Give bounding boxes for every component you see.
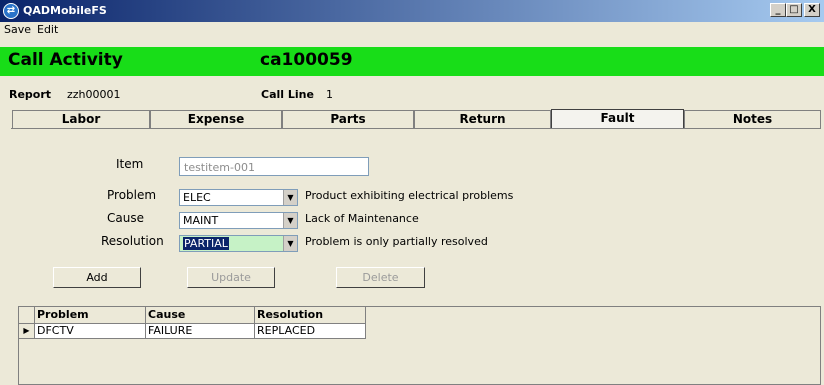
window-title: QADMobileFS bbox=[23, 4, 107, 17]
problem-label: Problem bbox=[107, 188, 157, 202]
add-button[interactable]: Add bbox=[53, 267, 141, 288]
table-cell-problem[interactable]: DFCTV bbox=[35, 324, 146, 339]
problem-value: ELEC bbox=[183, 191, 211, 204]
tab-divider bbox=[11, 128, 821, 129]
tab-labor[interactable]: Labor bbox=[12, 110, 150, 128]
table-cell-cause[interactable]: FAILURE bbox=[146, 324, 255, 339]
minimize-button[interactable]: _ bbox=[770, 3, 786, 17]
call-line-value: 1 bbox=[326, 88, 333, 101]
grid-corner bbox=[19, 307, 35, 324]
menu-save[interactable]: Save bbox=[4, 23, 31, 36]
tab-strip: Labor Expense Parts Return Fault Notes bbox=[0, 109, 824, 128]
cause-select[interactable]: MAINT ▼ bbox=[179, 212, 298, 229]
cause-label: Cause bbox=[107, 211, 144, 225]
problem-select[interactable]: ELEC ▼ bbox=[179, 189, 298, 206]
call-line-label: Call Line bbox=[261, 88, 314, 101]
resolution-select[interactable]: PARTIAL ▼ bbox=[179, 235, 298, 252]
cause-value: MAINT bbox=[183, 214, 219, 227]
resolution-label: Resolution bbox=[101, 234, 164, 248]
call-activity-id: ca100059 bbox=[260, 50, 353, 70]
fault-grid: Problem Cause Resolution ▶ DFCTV FAILURE… bbox=[18, 306, 821, 385]
resolution-value: PARTIAL bbox=[183, 237, 229, 250]
item-label: Item bbox=[116, 157, 144, 171]
table-cell-resolution[interactable]: REPLACED bbox=[255, 324, 366, 339]
tab-fault[interactable]: Fault bbox=[551, 109, 684, 128]
cause-description: Lack of Maintenance bbox=[305, 212, 419, 225]
page-title: Call Activity bbox=[8, 50, 123, 70]
close-button[interactable]: X bbox=[804, 3, 820, 17]
chevron-down-icon[interactable]: ▼ bbox=[283, 213, 297, 228]
window-titlebar: ⇄ QADMobileFS _ □ X bbox=[0, 0, 824, 22]
menu-edit[interactable]: Edit bbox=[37, 23, 58, 36]
resolution-description: Problem is only partially resolved bbox=[305, 235, 488, 248]
update-button[interactable]: Update bbox=[187, 267, 275, 288]
item-field[interactable]: testitem-001 bbox=[179, 157, 369, 176]
chevron-down-icon[interactable]: ▼ bbox=[283, 236, 297, 251]
menu-bar: Save Edit bbox=[0, 22, 824, 38]
maximize-button[interactable]: □ bbox=[786, 3, 802, 17]
tab-notes[interactable]: Notes bbox=[684, 110, 821, 128]
tab-parts[interactable]: Parts bbox=[282, 110, 414, 128]
delete-button[interactable]: Delete bbox=[336, 267, 425, 288]
tab-expense[interactable]: Expense bbox=[150, 110, 282, 128]
report-label: Report bbox=[9, 88, 52, 101]
report-value: zzh00001 bbox=[67, 88, 121, 101]
row-pointer-icon[interactable]: ▶ bbox=[19, 324, 35, 339]
problem-description: Product exhibiting electrical problems bbox=[305, 189, 514, 202]
header-bar: Call Activity ca100059 bbox=[0, 47, 824, 76]
chevron-down-icon[interactable]: ▼ bbox=[283, 190, 297, 205]
grid-header-cause[interactable]: Cause bbox=[146, 307, 255, 324]
app-icon: ⇄ bbox=[3, 3, 19, 19]
tab-return[interactable]: Return bbox=[414, 110, 551, 128]
grid-header-problem[interactable]: Problem bbox=[35, 307, 146, 324]
grid-header-resolution[interactable]: Resolution bbox=[255, 307, 366, 324]
